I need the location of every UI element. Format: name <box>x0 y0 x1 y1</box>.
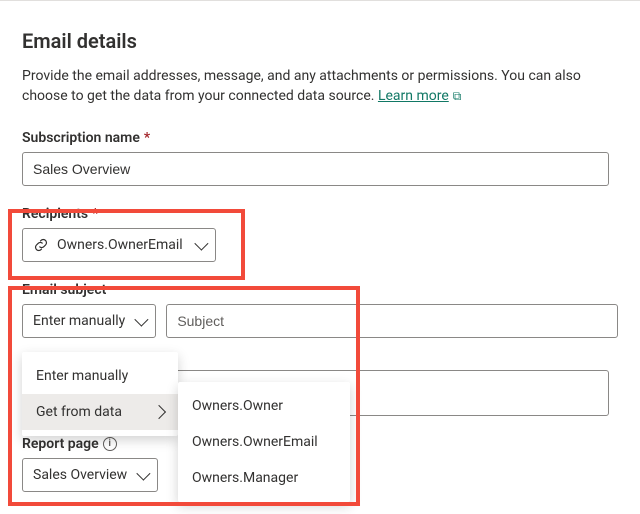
email-subject-label: Email subject <box>22 282 618 298</box>
subject-data-submenu: Owners.Owner Owners.OwnerEmail Owners.Ma… <box>178 382 350 502</box>
label-text: Report page <box>22 436 99 452</box>
info-icon[interactable]: i <box>103 437 117 451</box>
chevron-down-icon <box>135 313 149 327</box>
recipients-label: Recipients * <box>22 206 618 222</box>
subject-mode-menu: Enter manually Get from data <box>22 352 178 436</box>
label-text: Subscription name <box>22 130 140 146</box>
intro-text: Provide the email addresses, message, an… <box>22 67 618 106</box>
menu-item-get-from-data[interactable]: Get from data <box>22 394 178 430</box>
required-asterisk: * <box>92 206 98 222</box>
submenu-item-manager[interactable]: Owners.Manager <box>178 460 350 496</box>
menu-item-label: Owners.OwnerEmail <box>192 434 318 450</box>
label-text: Recipients <box>22 206 88 222</box>
recipients-section: Recipients * Owners.OwnerEmail <box>22 206 618 262</box>
intro-body: Provide the email addresses, message, an… <box>22 68 581 104</box>
subject-input[interactable] <box>166 304 618 338</box>
chevron-right-icon <box>152 405 166 419</box>
chevron-down-icon <box>137 467 151 481</box>
learn-more-link[interactable]: Learn more <box>378 88 449 104</box>
required-asterisk: * <box>144 130 150 146</box>
subscription-name-section: Subscription name * <box>22 130 618 186</box>
label-text: Email subject <box>22 282 106 298</box>
email-subject-section: Email subject Enter manually <box>22 282 618 338</box>
submenu-item-owneremail[interactable]: Owners.OwnerEmail <box>178 424 350 460</box>
menu-item-label: Owners.Manager <box>192 470 298 486</box>
chevron-down-icon <box>194 237 208 251</box>
subject-mode-value: Enter manually <box>33 313 125 329</box>
subscription-name-input[interactable] <box>22 152 609 186</box>
menu-item-label: Owners.Owner <box>192 398 283 414</box>
subject-mode-dropdown[interactable]: Enter manually <box>22 304 156 338</box>
submenu-item-owner[interactable]: Owners.Owner <box>178 388 350 424</box>
report-page-dropdown[interactable]: Sales Overview <box>22 458 158 492</box>
link-icon <box>33 237 49 253</box>
recipients-chip[interactable]: Owners.OwnerEmail <box>22 228 216 262</box>
recipients-chip-label: Owners.OwnerEmail <box>57 237 183 253</box>
page-title: Email details <box>22 29 618 53</box>
menu-item-label: Get from data <box>36 404 122 420</box>
report-page-value: Sales Overview <box>33 467 127 483</box>
subscription-name-label: Subscription name * <box>22 130 618 146</box>
menu-item-label: Enter manually <box>36 368 128 384</box>
menu-item-enter-manually[interactable]: Enter manually <box>22 358 178 394</box>
external-link-icon: ⧉ <box>453 89 462 103</box>
